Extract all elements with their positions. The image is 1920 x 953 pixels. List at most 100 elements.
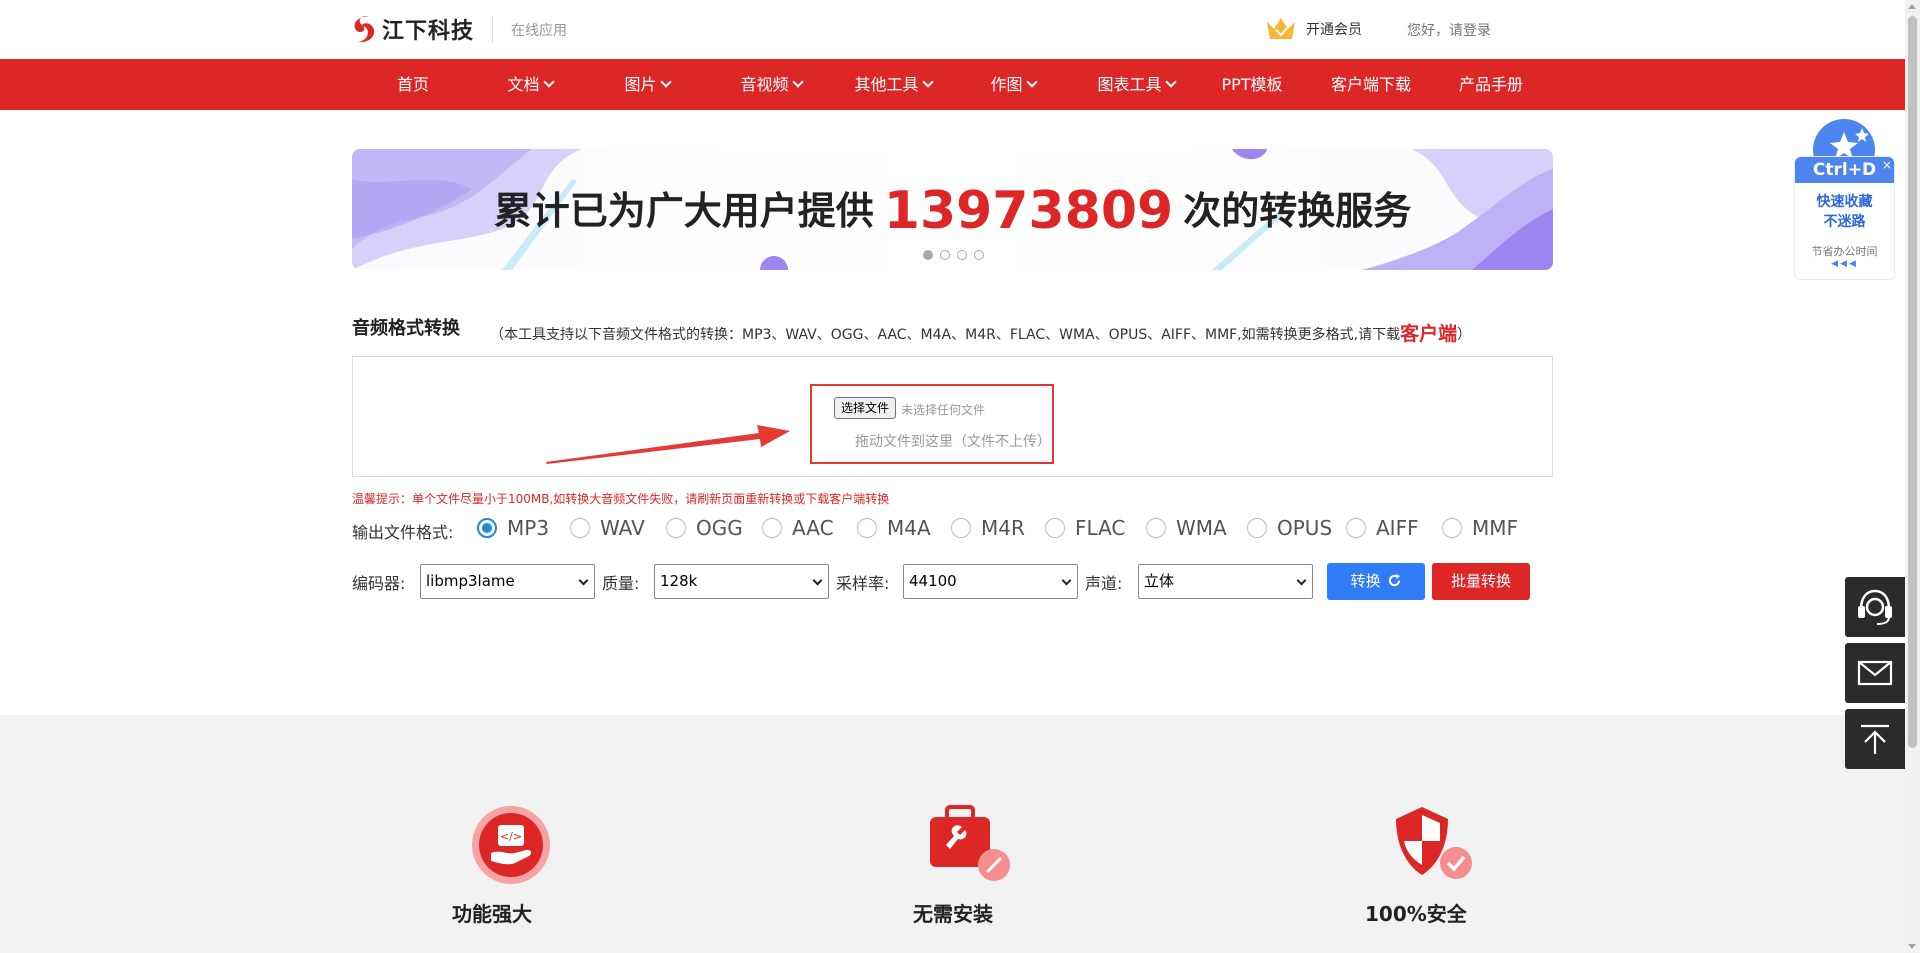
tool-note-text: （本工具支持以下音频文件格式的转换：MP3、WAV、OGG、AAC、M4A、M4… <box>490 327 1401 343</box>
radio-button[interactable] <box>1045 518 1065 538</box>
nav-item-3[interactable]: 音视频 <box>731 59 811 110</box>
file-drop-zone[interactable]: 选择文件 未选择任何文件 拖动文件到这里（文件不上传） <box>810 384 1054 464</box>
format-option-wav[interactable]: WAV <box>570 516 645 540</box>
format-option-wma[interactable]: WMA <box>1146 516 1227 540</box>
feature-secure-title: 100%安全 <box>1365 902 1467 926</box>
email-button[interactable] <box>1845 643 1905 703</box>
scroll-down-icon[interactable] <box>1908 944 1916 949</box>
format-option-aac[interactable]: AAC <box>762 516 834 540</box>
stats-banner[interactable]: 累计已为广大用户提供 13973809 次的转换服务 <box>352 149 1553 270</box>
format-option-flac[interactable]: FLAC <box>1045 516 1125 540</box>
nav-item-7[interactable]: PPT模板 <box>1214 59 1290 110</box>
batch-convert-button[interactable]: 批量转换 <box>1432 563 1530 600</box>
nav-item-label: 音视频 <box>740 75 789 94</box>
shortcut-label: Ctrl+D <box>1795 157 1894 183</box>
carousel-dot[interactable] <box>974 250 984 260</box>
format-option-mmf[interactable]: MMF <box>1442 516 1518 540</box>
quality-select[interactable]: 128k <box>654 564 829 599</box>
radio-button[interactable] <box>1247 518 1267 538</box>
format-label: MMF <box>1472 516 1519 540</box>
sample-rate-select[interactable]: 44100 <box>903 564 1078 599</box>
upload-area[interactable]: 选择文件 未选择任何文件 拖动文件到这里（文件不上传） <box>352 356 1553 477</box>
format-label: AAC <box>792 516 834 540</box>
format-label: AIFF <box>1376 516 1419 540</box>
left-arrows-icon: ◀◀◀ <box>1831 259 1858 269</box>
chevron-down-icon <box>791 76 804 88</box>
vip-link[interactable]: 开通会员 <box>1265 16 1362 42</box>
radio-button[interactable] <box>1346 518 1366 538</box>
radio-button[interactable] <box>477 518 497 538</box>
format-option-mp3[interactable]: MP3 <box>477 516 549 540</box>
radio-button[interactable] <box>762 518 782 538</box>
client-download-link[interactable]: 客户端 <box>1400 323 1457 345</box>
radio-button[interactable] <box>1442 518 1462 538</box>
nav-item-label: 图片 <box>624 75 657 94</box>
nav-item-label: PPT模板 <box>1221 75 1283 94</box>
bookmark-card: Ctrl+D × 快速收藏 不迷路 节省办公时间 ◀◀◀ <box>1794 156 1895 280</box>
nav-item-2[interactable]: 图片 <box>612 59 682 110</box>
nav-item-4[interactable]: 其他工具 <box>843 59 943 110</box>
bookmark-widget[interactable]: Ctrl+D × 快速收藏 不迷路 节省办公时间 ◀◀◀ <box>1794 118 1895 280</box>
nav-item-label: 客户端下载 <box>1330 75 1411 94</box>
close-icon[interactable]: × <box>1882 158 1892 172</box>
mail-icon <box>1857 660 1893 686</box>
format-option-ogg[interactable]: OGG <box>666 516 743 540</box>
carousel-dot[interactable] <box>940 250 950 260</box>
carousel-dot[interactable] <box>957 250 967 260</box>
customer-service-button[interactable] <box>1845 577 1905 637</box>
format-label: M4R <box>981 516 1025 540</box>
format-option-m4r[interactable]: M4R <box>951 516 1025 540</box>
nav-item-5[interactable]: 作图 <box>978 59 1048 110</box>
chevron-down-icon <box>812 575 823 586</box>
brand-name: 江下科技 <box>382 19 475 44</box>
radio-button[interactable] <box>857 518 877 538</box>
feature-no-install-title: 无需安装 <box>913 902 993 926</box>
encoder-label: 编码器: <box>352 574 406 593</box>
header-subtitle: 在线应用 <box>511 23 567 39</box>
sample-rate-label: 采样率: <box>836 574 890 593</box>
chevron-down-icon <box>1061 575 1072 586</box>
page-scrollbar[interactable] <box>1905 0 1920 953</box>
tool-description: （本工具支持以下音频文件格式的转换：MP3、WAV、OGG、AAC、M4A、M4… <box>490 318 1471 345</box>
format-label: OGG <box>696 516 743 540</box>
radio-button[interactable] <box>951 518 971 538</box>
format-label: WMA <box>1176 516 1227 540</box>
scroll-thumb[interactable] <box>1908 16 1917 748</box>
format-label: FLAC <box>1075 516 1126 540</box>
convert-button[interactable]: 转换 <box>1327 563 1425 600</box>
feature-powerful: </> <box>441 805 561 889</box>
channel-select[interactable]: 立体 <box>1138 564 1313 599</box>
choose-file-button[interactable]: 选择文件 <box>834 397 897 419</box>
banner-prefix: 累计已为广大用户提供 <box>493 189 874 233</box>
chevron-down-icon <box>1164 76 1177 88</box>
nav-item-label: 作图 <box>990 75 1023 94</box>
encoder-select[interactable]: libmp3lame <box>420 564 595 599</box>
back-to-top-button[interactable] <box>1845 709 1905 769</box>
carousel-dot[interactable] <box>923 250 933 260</box>
login-link[interactable]: 您好，请登录 <box>1407 20 1491 40</box>
nav-item-9[interactable]: 产品手册 <box>1453 59 1529 110</box>
drop-hint: 拖动文件到这里（文件不上传） <box>855 434 1051 450</box>
sample-rate-value: 44100 <box>909 572 957 590</box>
format-option-m4a[interactable]: M4A <box>857 516 931 540</box>
nav-item-0[interactable]: 首页 <box>383 59 443 110</box>
format-label: OPUS <box>1277 516 1333 540</box>
format-label: M4A <box>887 516 931 540</box>
feature-no-install <box>901 805 1021 889</box>
nav-item-1[interactable]: 文档 <box>495 59 565 110</box>
nav-item-8[interactable]: 客户端下载 <box>1327 59 1415 110</box>
nav-item-6[interactable]: 图表工具 <box>1086 59 1186 110</box>
scroll-up-icon[interactable] <box>1908 4 1916 9</box>
file-status: 未选择任何文件 <box>901 403 986 417</box>
conversion-count: 13973809 <box>883 181 1174 241</box>
main-nav: 首页 文档 图片 音视频 其他工具 作图 图表工具 PPT模板 客户端下载 产品手册 <box>0 59 1905 110</box>
chevron-down-icon <box>1025 76 1038 88</box>
radio-button[interactable] <box>570 518 590 538</box>
format-option-aiff[interactable]: AIFF <box>1346 516 1419 540</box>
site-logo[interactable]: 江下科技 <box>351 13 474 45</box>
radio-button[interactable] <box>1146 518 1166 538</box>
radio-button[interactable] <box>666 518 686 538</box>
feature-secure <box>1365 805 1485 889</box>
nav-item-label: 首页 <box>396 75 429 94</box>
format-option-opus[interactable]: OPUS <box>1247 516 1332 540</box>
